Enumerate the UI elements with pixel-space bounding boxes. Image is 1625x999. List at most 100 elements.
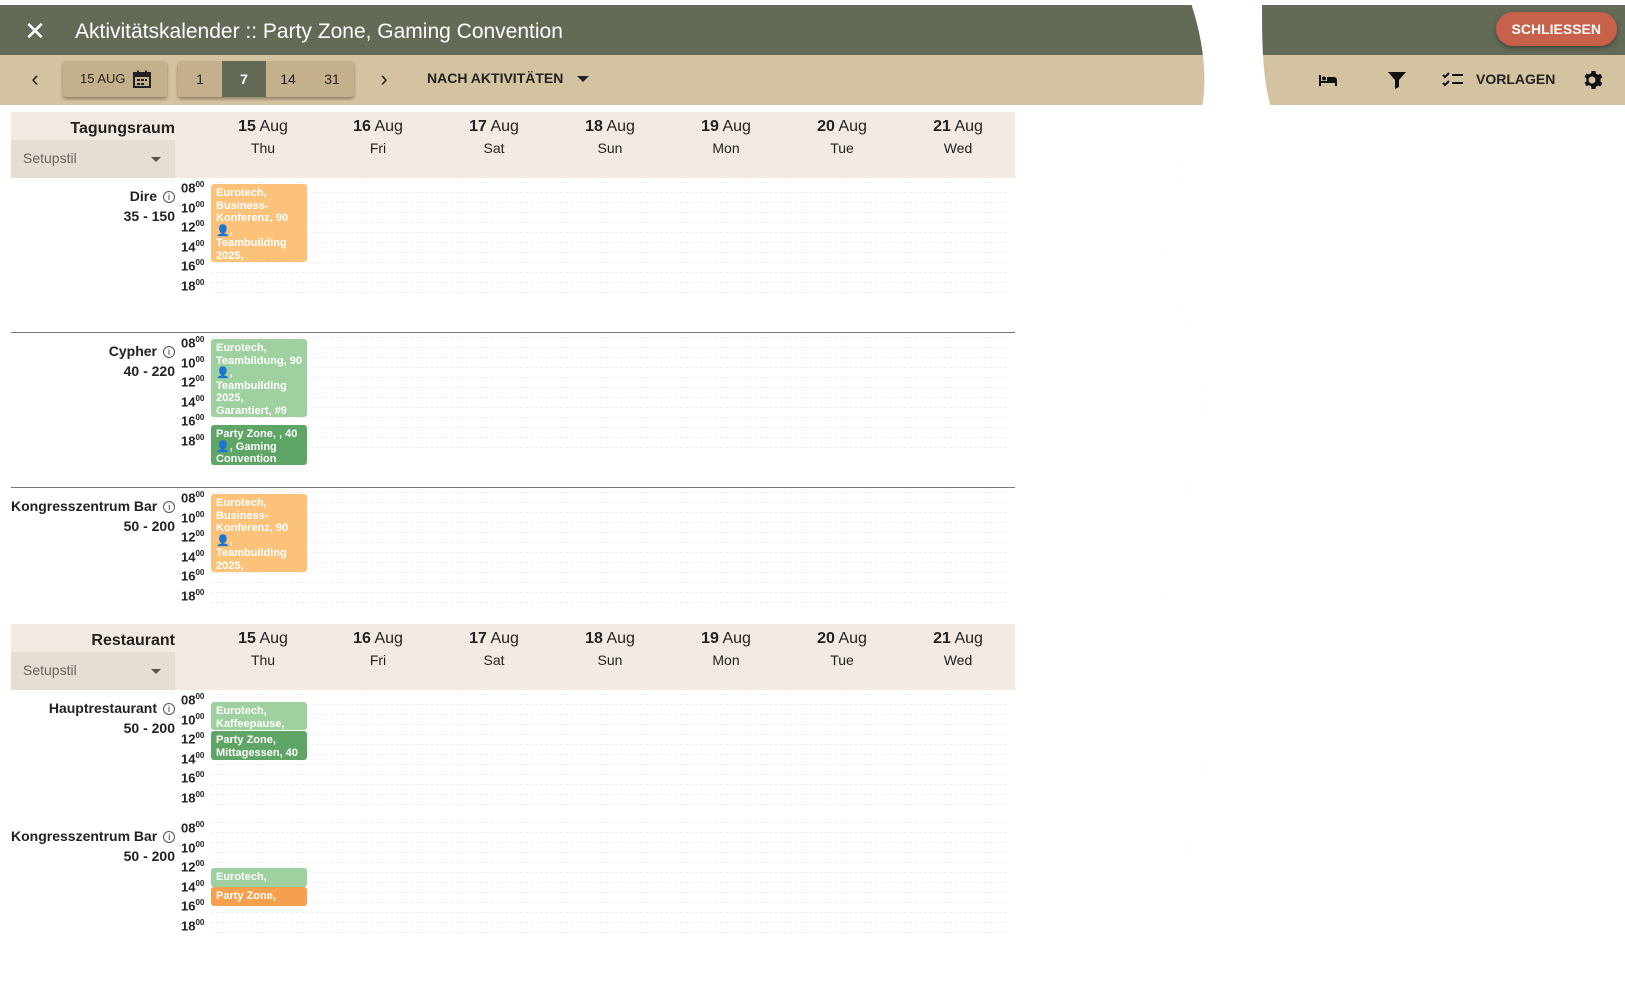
event-block[interactable]: Eurotech, Business-Konferenz, 90 👤, Team… — [211, 494, 307, 572]
setup-style-select[interactable]: Setupstil — [11, 652, 175, 690]
grid-line — [211, 222, 1007, 223]
room-group: Restaurant Setupstil 15 Aug Thu 16 Aug Fri 17 … — [11, 624, 1015, 943]
time-hour: 10 — [181, 509, 196, 525]
day-month: Aug — [838, 630, 867, 647]
grid-line — [211, 492, 1007, 493]
grid-line — [211, 724, 1007, 725]
time-label: 1200 — [181, 529, 211, 549]
event-block[interactable]: Party Zone, — [211, 887, 307, 906]
day-header: 17 Aug Sat — [434, 630, 554, 668]
range-option-1[interactable]: 1 — [178, 61, 222, 97]
event-block[interactable]: Eurotech, Teambildung, 90 👤, Teambuildin… — [211, 339, 307, 417]
group-name: Restaurant — [91, 632, 175, 649]
day-number: 20 — [817, 630, 835, 647]
room-name-label: Kongresszentrum Bar — [11, 498, 158, 514]
info-icon[interactable]: i — [163, 703, 175, 715]
time-label: 1600 — [181, 770, 211, 790]
range-option-14[interactable]: 14 — [266, 61, 310, 97]
time-scale: 0800 1000 1200 1400 1600 1800 — [181, 820, 211, 937]
info-icon[interactable]: i — [163, 501, 176, 513]
close-button[interactable]: SCHLIESSEN — [1495, 12, 1617, 46]
day-month: Aug — [374, 118, 403, 135]
time-hour: 18 — [181, 277, 196, 293]
time-hour: 08 — [181, 490, 196, 506]
time-label: 1400 — [181, 394, 211, 414]
range-option-7[interactable]: 7 — [222, 61, 266, 97]
window-title: Aktivitätskalender :: Party Zone, Gaming… — [75, 20, 563, 43]
event-block[interactable]: Party Zone, Mittagessen, 40 — [211, 731, 307, 760]
info-icon[interactable]: i — [163, 346, 175, 358]
time-hour: 14 — [181, 878, 196, 894]
time-minutes: 00 — [195, 839, 205, 849]
prev-icon[interactable]: ‹ — [23, 68, 47, 92]
time-label: 1800 — [181, 918, 211, 938]
day-number: 20 — [817, 118, 835, 135]
date-picker-button[interactable]: 15 AUG — [63, 61, 167, 97]
day-month: Aug — [259, 118, 288, 135]
templates-button[interactable]: VORLAGEN — [1476, 71, 1555, 87]
grid-line — [211, 764, 1007, 765]
grid-line — [211, 714, 1007, 715]
event-block[interactable]: Eurotech, Business-Konferenz, 90 👤, Team… — [211, 184, 307, 262]
info-icon[interactable]: i — [163, 831, 176, 843]
day-month: Aug — [954, 118, 983, 135]
schedule-grid[interactable] — [211, 182, 1007, 302]
grid-line — [211, 822, 1007, 823]
grid-line — [211, 262, 1007, 263]
range-option-31[interactable]: 31 — [310, 61, 354, 97]
time-minutes: 00 — [195, 238, 205, 248]
grid-line — [211, 232, 1007, 233]
time-minutes: 00 — [195, 335, 205, 344]
day-number: 16 — [353, 118, 371, 135]
time-hour: 10 — [181, 354, 196, 370]
time-hour: 10 — [181, 199, 196, 215]
time-label: 1200 — [181, 859, 211, 879]
schedule-grid[interactable] — [211, 822, 1007, 942]
setup-style-select[interactable]: Setupstil — [11, 140, 175, 178]
day-month: Aug — [722, 118, 751, 135]
time-minutes: 00 — [195, 509, 205, 519]
time-minutes: 00 — [195, 711, 205, 721]
close-icon[interactable]: ✕ — [22, 18, 48, 45]
event-block[interactable]: Eurotech, Kaffeepause, — [211, 702, 307, 730]
day-number: 19 — [701, 630, 719, 647]
time-minutes: 00 — [195, 789, 205, 799]
grid-line — [211, 437, 1007, 438]
time-label: 1000 — [181, 200, 211, 220]
next-icon[interactable]: › — [372, 68, 396, 92]
day-header: 20 Aug Tue — [782, 118, 902, 156]
schedule-grid[interactable] — [211, 694, 1007, 814]
schedule-grid[interactable] — [211, 492, 1007, 612]
time-minutes: 00 — [195, 432, 205, 442]
schedule-grid[interactable] — [211, 337, 1007, 457]
room-name: Dire i — [11, 188, 175, 204]
time-scale: 0800 1000 1200 1400 1600 1800 — [181, 335, 211, 452]
day-number: 16 — [353, 630, 371, 647]
weekday: Wed — [943, 140, 973, 156]
checklist-icon[interactable] — [1441, 68, 1465, 92]
time-hour: 08 — [181, 692, 196, 708]
gear-icon[interactable] — [1580, 68, 1604, 92]
day-month: Aug — [606, 630, 635, 647]
event-block[interactable]: Party Zone, , 40 👤, Gaming Convention — [211, 425, 307, 465]
grid-line — [211, 272, 1007, 273]
filter-icon[interactable] — [1385, 68, 1409, 92]
room-name: Hauptrestaurant i — [11, 700, 175, 716]
view-mode-dropdown[interactable]: NACH AKTIVITÄTEN — [427, 70, 590, 86]
room-group: Tagungsraum Setupstil 15 Aug Thu 16 Aug Fri 17… — [11, 112, 1015, 643]
weekday: Fri — [369, 140, 387, 156]
time-hour: 18 — [181, 587, 196, 603]
chevron-down-icon — [151, 669, 161, 674]
room-capacity: 50 - 200 — [123, 848, 175, 864]
info-icon[interactable]: i — [163, 191, 175, 203]
grid-line — [211, 512, 1007, 513]
day-header: 18 Aug Sun — [550, 118, 670, 156]
time-label: 0800 — [181, 692, 211, 712]
grid-line — [211, 347, 1007, 348]
grid-line — [211, 407, 1007, 408]
event-block[interactable]: Eurotech, — [211, 868, 307, 887]
bed-icon[interactable] — [1316, 68, 1340, 92]
time-hour: 16 — [181, 770, 196, 786]
time-scale: 0800 1000 1200 1400 1600 1800 — [181, 490, 211, 607]
time-label: 1200 — [181, 731, 211, 751]
